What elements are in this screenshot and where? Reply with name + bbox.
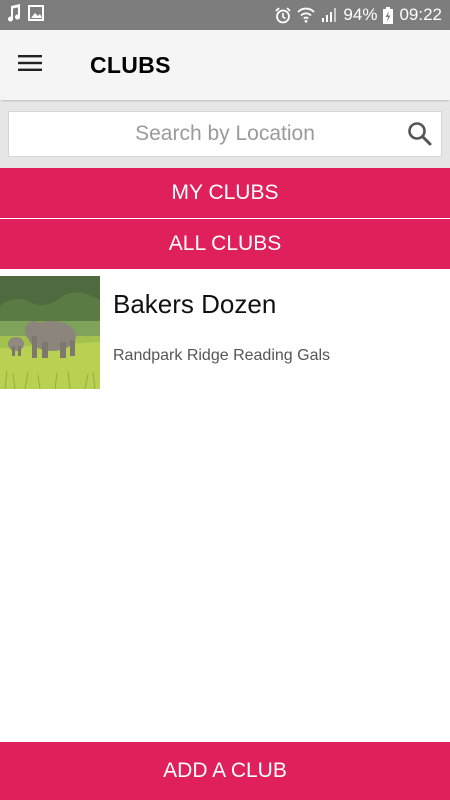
hamburger-menu-icon [18,54,42,77]
list-item[interactable]: Bakers Dozen Randpark Ridge Reading Gals [0,276,450,389]
add-club-button[interactable]: ADD A CLUB [0,742,450,800]
status-left [6,3,44,27]
search-bar [0,102,450,168]
club-info: Bakers Dozen Randpark Ridge Reading Gals [100,276,330,389]
wifi-icon [297,7,316,23]
battery-percent: 94% [343,5,378,24]
club-subtitle: Randpark Ridge Reading Gals [113,347,331,364]
battery-charging-icon [383,6,394,24]
music-note-icon [6,3,22,27]
app-bar: CLUBS [0,30,450,100]
page-title: CLUBS [90,51,171,78]
tab-all-clubs[interactable]: ALL CLUBS [0,219,450,269]
status-right: 94% 09:22 [275,5,442,25]
status-bar: 94% 09:22 [0,0,450,30]
search-box [8,111,442,157]
club-thumbnail [0,276,100,389]
search-icon[interactable] [407,121,433,152]
image-icon [28,4,44,26]
clock-time: 09:22 [399,5,442,24]
signal-icon [321,7,337,23]
search-input[interactable] [65,122,385,146]
alarm-icon [275,6,292,24]
menu-button[interactable] [0,30,60,100]
club-name: Bakers Dozen [113,289,277,319]
tab-my-clubs[interactable]: MY CLUBS [0,168,450,218]
